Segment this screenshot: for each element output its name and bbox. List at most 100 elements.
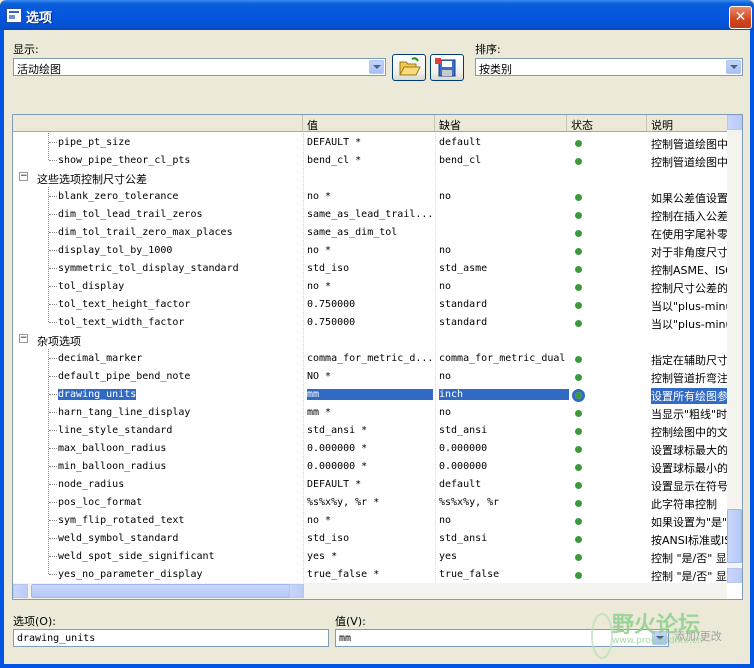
option-description: 控制 "是/否" 显 <box>651 552 727 565</box>
column-header-name[interactable] <box>13 115 303 132</box>
scroll-left-button[interactable] <box>13 584 28 598</box>
option-description: 控制在插入公差 <box>651 210 727 223</box>
display-label: 显示: <box>13 43 39 56</box>
option-description: 当显示"粗线"时 <box>651 408 727 421</box>
value-label: 值(V): <box>335 615 366 628</box>
option-label: 选项(O): <box>13 615 56 628</box>
column-header-value[interactable]: 值 <box>303 115 435 132</box>
scroll-up-button[interactable] <box>727 115 742 130</box>
tree-connector <box>49 160 57 161</box>
option-row[interactable]: display_tol_by_1000 no * no 对于非角度尺寸 <box>13 241 727 259</box>
option-name: min_balloon_radius <box>58 461 167 472</box>
option-name: line_style_standard <box>58 425 173 436</box>
option-name: display_tol_by_1000 <box>58 245 173 256</box>
option-value: 0.750000 <box>307 317 356 328</box>
tree-guide <box>48 187 50 322</box>
status-dot-icon <box>575 500 582 507</box>
option-row[interactable]: yes_no_parameter_display true_false * true… <box>13 565 727 583</box>
option-row[interactable]: tol_text_height_factor 0.750000 standard 当以… <box>13 295 727 313</box>
option-input[interactable]: drawing_units <box>13 629 329 647</box>
option-name: symmetric_tol_display_standard <box>58 263 239 274</box>
option-row[interactable]: dim_tol_trail_zero_max_places same_as_dim… <box>13 223 727 241</box>
open-folder-icon <box>399 57 421 76</box>
option-name: show_pipe_theor_cl_pts <box>58 155 191 166</box>
options-grid[interactable]: 值 缺省 状态 说明 pipe_pt_size DEFAULT * default 控… <box>12 114 743 600</box>
group-row[interactable]: − 杂项选项 <box>13 331 727 349</box>
save-config-button[interactable] <box>430 54 464 81</box>
tree-connector <box>49 394 57 395</box>
vertical-scroll-thumb[interactable] <box>727 509 742 563</box>
option-row[interactable]: dim_tol_lead_trail_zeros same_as_lead_tra… <box>13 205 727 223</box>
status-dot-icon <box>575 266 582 273</box>
option-row[interactable]: blank_zero_tolerance no * no 如果公差值设置 <box>13 187 727 205</box>
status-dot-icon <box>575 374 582 381</box>
option-row[interactable]: max_balloon_radius 0.000000 * 0.000000 设置球标… <box>13 439 727 457</box>
scroll-down-button[interactable] <box>727 568 742 583</box>
option-value: yes * <box>307 551 338 562</box>
tree-connector <box>49 412 57 413</box>
option-row[interactable]: drawing_units mm inch 设置所有绘图参 <box>13 385 727 404</box>
option-value: no * <box>307 515 332 526</box>
option-name: max_balloon_radius <box>58 443 167 454</box>
tree-connector <box>49 286 57 287</box>
window-frame-bottom <box>0 664 754 668</box>
collapse-icon[interactable]: − <box>19 172 28 181</box>
horizontal-scrollbar[interactable] <box>13 583 727 599</box>
option-row[interactable]: default_pipe_bend_note NO * no 控制管道折弯注 <box>13 367 727 385</box>
option-description: 设置显示在符号 <box>651 480 727 493</box>
option-row[interactable]: min_balloon_radius 0.000000 * 0.000000 设置球标… <box>13 457 727 475</box>
option-value: no * <box>307 281 332 292</box>
option-row[interactable]: tol_display no * no 控制尺寸公差的 <box>13 277 727 295</box>
option-row[interactable]: weld_symbol_standard std_iso std_ansi 按ANSI… <box>13 529 727 547</box>
window-title: 选项 <box>26 11 53 26</box>
group-row[interactable]: − 这些选项控制尺寸公差 <box>13 169 727 187</box>
scroll-right-button[interactable] <box>289 584 304 598</box>
option-description: 指定在辅助尺寸 <box>651 354 727 367</box>
option-default: no <box>439 371 452 382</box>
tree-connector <box>49 268 57 269</box>
sort-select[interactable]: 按类别 <box>475 58 743 76</box>
option-value: DEFAULT * <box>307 479 362 490</box>
option-default: %s%x%y, %r <box>439 497 500 508</box>
option-row[interactable]: pos_loc_format %s%x%y, %r * %s%x%y, %r 此字符串… <box>13 493 727 511</box>
option-row[interactable]: pipe_pt_size DEFAULT * default 控制管道绘图中 <box>13 133 727 151</box>
option-row[interactable]: harn_tang_line_display mm * no 当显示"粗线"时 <box>13 403 727 421</box>
option-row[interactable]: line_style_standard std_ansi * std_ansi 控制绘… <box>13 421 727 439</box>
option-description: 如果设置为"是" <box>651 516 727 529</box>
chevron-down-icon[interactable] <box>726 60 741 74</box>
option-row[interactable]: decimal_marker comma_for_metric_d... comma… <box>13 349 727 367</box>
option-name: harn_tang_line_display <box>58 407 191 418</box>
value-select-value: mm <box>339 633 352 644</box>
close-button[interactable]: ✕ <box>729 6 752 29</box>
status-dot-icon <box>575 554 582 561</box>
vertical-scrollbar[interactable] <box>727 115 742 583</box>
option-row[interactable]: tol_text_width_factor 0.750000 standard 当以"… <box>13 313 727 331</box>
option-row[interactable]: symmetric_tol_display_standard std_iso std… <box>13 259 727 277</box>
option-description: 控制管道绘图中 <box>651 138 727 151</box>
display-select-value: 活动绘图 <box>17 63 61 76</box>
status-dot-icon <box>575 140 582 147</box>
horizontal-scroll-thumb[interactable] <box>31 584 299 598</box>
option-name: node_radius <box>58 479 125 490</box>
tree-connector <box>49 502 57 503</box>
display-select[interactable]: 活动绘图 <box>13 58 386 76</box>
option-row[interactable]: show_pipe_theor_cl_pts bend_cl * bend_cl 控制… <box>13 151 727 169</box>
options-list: pipe_pt_size DEFAULT * default 控制管道绘图中 show_… <box>13 133 727 583</box>
option-row[interactable]: node_radius DEFAULT * default 设置显示在符号 <box>13 475 727 493</box>
option-default: std_ansi <box>439 533 488 544</box>
status-dot-icon <box>575 518 582 525</box>
option-row[interactable]: weld_spot_side_significant yes * yes 控制 "是/… <box>13 547 727 565</box>
window-icon <box>6 8 22 23</box>
option-row[interactable]: sym_flip_rotated_text no * no 如果设置为"是" <box>13 511 727 529</box>
collapse-icon[interactable]: − <box>19 334 28 343</box>
column-header-default[interactable]: 缺省 <box>435 115 567 132</box>
column-header-status[interactable]: 状态 <box>567 115 647 132</box>
option-default: no <box>439 281 452 292</box>
option-default: bend_cl <box>439 155 482 166</box>
chevron-down-icon[interactable] <box>369 60 384 74</box>
open-config-button[interactable] <box>392 54 426 81</box>
option-default: no <box>439 191 452 202</box>
tree-connector <box>49 520 57 521</box>
tree-connector <box>49 376 57 377</box>
option-value: true_false * <box>307 569 380 580</box>
